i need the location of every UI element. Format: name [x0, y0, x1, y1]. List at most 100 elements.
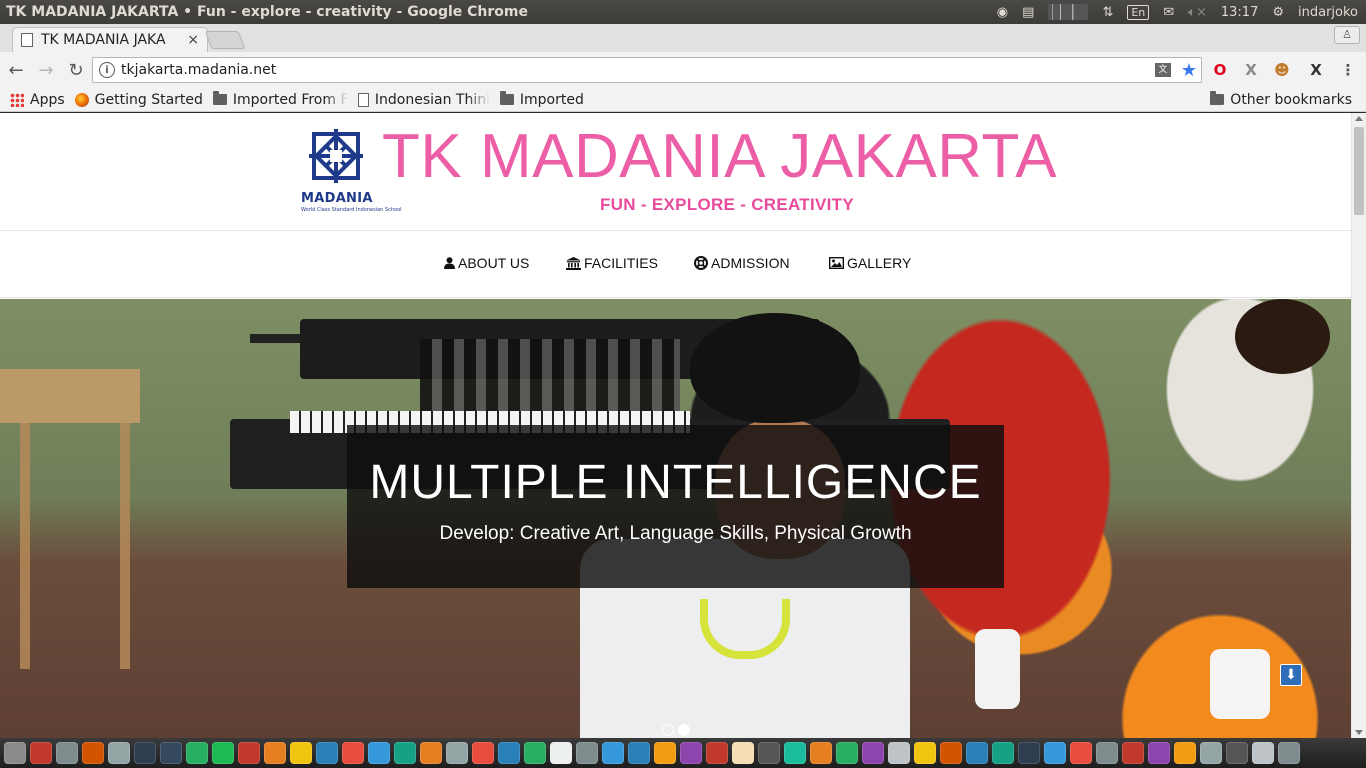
- dock-app-icon[interactable]: [1044, 742, 1066, 764]
- bookmark-folder-imported-from[interactable]: Imported From Fi: [212, 91, 348, 108]
- new-tab-button[interactable]: [204, 31, 246, 49]
- scroll-up-arrow-icon[interactable]: [1355, 116, 1363, 121]
- other-bookmarks-folder[interactable]: Other bookmarks: [1210, 91, 1352, 108]
- dock-app-icon[interactable]: [420, 742, 442, 764]
- face-extension-icon[interactable]: ☻: [1272, 60, 1292, 80]
- dock-app-icon[interactable]: [238, 742, 260, 764]
- slider-dot-active[interactable]: [678, 724, 690, 736]
- dock-app-icon[interactable]: [186, 742, 208, 764]
- dock-app-icon[interactable]: [1252, 742, 1274, 764]
- dock-app-icon[interactable]: [134, 742, 156, 764]
- site-info-icon[interactable]: i: [99, 62, 115, 78]
- dock-app-icon[interactable]: [810, 742, 832, 764]
- dock-app-icon[interactable]: [1200, 742, 1222, 764]
- network-icon[interactable]: ⇅: [1102, 5, 1113, 20]
- dock-app-icon[interactable]: [940, 742, 962, 764]
- dock-app-icon[interactable]: [1226, 742, 1248, 764]
- keyboard-layout-indicator[interactable]: En: [1127, 4, 1150, 20]
- madania-logo[interactable]: MADANIA World Class Standard Indonesian …: [300, 125, 402, 217]
- username[interactable]: indarjoko: [1298, 5, 1358, 20]
- dock-app-icon[interactable]: [966, 742, 988, 764]
- bookmark-folder-imported[interactable]: Imported: [499, 91, 584, 108]
- bookmark-getting-started[interactable]: Getting Started: [74, 92, 203, 108]
- dock-app-icon[interactable]: [992, 742, 1014, 764]
- notes-icon[interactable]: ▤: [1022, 5, 1034, 20]
- tab-close-icon[interactable]: ×: [187, 32, 199, 48]
- dock-app-icon[interactable]: [524, 742, 546, 764]
- dock-app-icon[interactable]: [1278, 742, 1300, 764]
- dock-app-icon[interactable]: [82, 742, 104, 764]
- dock-app-icon[interactable]: [914, 742, 936, 764]
- nav-gallery[interactable]: GALLERY: [829, 255, 911, 271]
- translate-icon[interactable]: 文: [1154, 63, 1171, 77]
- reload-button[interactable]: ↻: [62, 56, 90, 84]
- browser-tab[interactable]: TK MADANIA JAKA ×: [12, 27, 208, 52]
- nav-label: FACILITIES: [584, 255, 658, 271]
- dock-app-icon[interactable]: [108, 742, 130, 764]
- dock-app-icon[interactable]: [706, 742, 728, 764]
- site-title[interactable]: TK MADANIA JAKARTA: [382, 121, 1057, 192]
- nav-about-us[interactable]: ABOUT US: [444, 255, 529, 271]
- dock-app-icon[interactable]: [30, 742, 52, 764]
- dock-app-icon[interactable]: [654, 742, 676, 764]
- url-text[interactable]: tkjakarta.madania.net: [121, 62, 1155, 78]
- nav-admission[interactable]: ADMISSION: [694, 255, 790, 271]
- scrollbar-thumb[interactable]: [1354, 127, 1364, 215]
- dock-app-icon[interactable]: [394, 742, 416, 764]
- sync-icon[interactable]: ◉: [997, 5, 1008, 20]
- dock-app-icon[interactable]: [758, 742, 780, 764]
- menu-icon[interactable]: ⋮: [1338, 60, 1358, 80]
- site-tagline: FUN - EXPLORE - CREATIVITY: [600, 195, 854, 214]
- dock-app-icon[interactable]: [836, 742, 858, 764]
- dock-app-icon[interactable]: [342, 742, 364, 764]
- dock-app-icon[interactable]: [368, 742, 390, 764]
- dock-app-icon[interactable]: [56, 742, 78, 764]
- dock-app-icon[interactable]: [576, 742, 598, 764]
- profile-icon[interactable]: ♙: [1334, 26, 1360, 44]
- dock-app-icon[interactable]: [628, 742, 650, 764]
- dock-app-icon[interactable]: [1148, 742, 1170, 764]
- slider-dot[interactable]: [662, 724, 674, 736]
- volume-muted-icon[interactable]: 🔈︎×: [1188, 5, 1207, 20]
- clock[interactable]: 13:17: [1221, 5, 1258, 20]
- dock-app-icon[interactable]: [264, 742, 286, 764]
- dock-app-icon[interactable]: [212, 742, 234, 764]
- opera-o-extension-icon[interactable]: O: [1210, 60, 1230, 80]
- dock-app-icon[interactable]: [680, 742, 702, 764]
- dock-app-icon[interactable]: [4, 742, 26, 764]
- nav-facilities[interactable]: FACILITIES: [566, 255, 658, 271]
- mail-icon[interactable]: ✉: [1163, 5, 1174, 20]
- dock-app-icon[interactable]: [290, 742, 312, 764]
- dock-app-icon[interactable]: [784, 742, 806, 764]
- system-monitor-graph[interactable]: [1048, 4, 1089, 20]
- dock-app-icon[interactable]: [446, 742, 468, 764]
- forward-button[interactable]: →: [32, 56, 60, 84]
- x-extension-icon[interactable]: X: [1241, 60, 1261, 80]
- dock-app-icon[interactable]: [1096, 742, 1118, 764]
- page-scrollbar[interactable]: [1351, 113, 1366, 738]
- dock-app-icon[interactable]: [550, 742, 572, 764]
- dock-app-icon[interactable]: [732, 742, 754, 764]
- dock-app-icon[interactable]: [316, 742, 338, 764]
- site-header: MADANIA World Class Standard Indonesian …: [0, 113, 1351, 231]
- dock-app-icon[interactable]: [1018, 742, 1040, 764]
- dock-app-icon[interactable]: [602, 742, 624, 764]
- bookmark-star-icon[interactable]: ★: [1181, 60, 1197, 81]
- bookmark-indonesian-think[interactable]: Indonesian Think: [357, 92, 490, 108]
- hero-slider[interactable]: MULTIPLE INTELLIGENCE Develop: Creative …: [0, 299, 1351, 738]
- settings-gear-icon[interactable]: ⚙: [1272, 5, 1284, 20]
- scroll-down-arrow-icon[interactable]: [1355, 730, 1363, 735]
- scroll-down-arrow-icon[interactable]: ⬇: [1280, 664, 1302, 686]
- back-button[interactable]: ←: [2, 56, 30, 84]
- dock-app-icon[interactable]: [888, 742, 910, 764]
- dock-app-icon[interactable]: [1122, 742, 1144, 764]
- dock-app-icon[interactable]: [1070, 742, 1092, 764]
- dock-app-icon[interactable]: [160, 742, 182, 764]
- address-bar[interactable]: i tkjakarta.madania.net 文 ★: [92, 57, 1202, 83]
- x-bold-extension-icon[interactable]: X: [1306, 60, 1326, 80]
- bookmark-apps[interactable]: Apps: [10, 92, 65, 108]
- dock-app-icon[interactable]: [498, 742, 520, 764]
- dock-app-icon[interactable]: [862, 742, 884, 764]
- dock-app-icon[interactable]: [472, 742, 494, 764]
- dock-app-icon[interactable]: [1174, 742, 1196, 764]
